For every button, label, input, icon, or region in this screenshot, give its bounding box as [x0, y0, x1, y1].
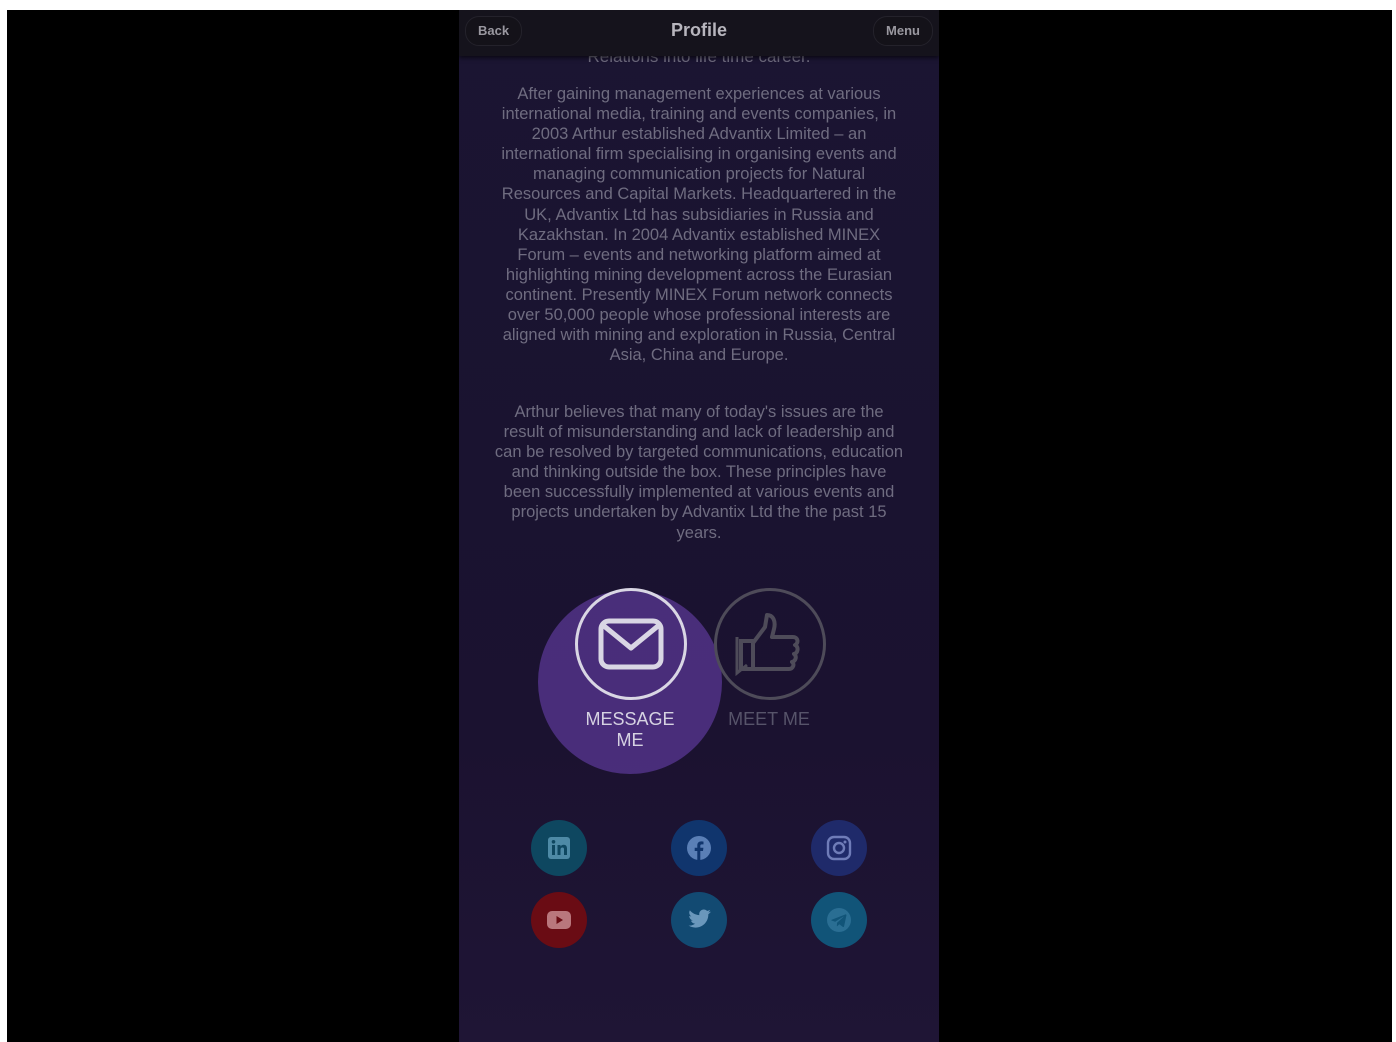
- instagram-icon: [826, 835, 852, 861]
- twitter-icon: [688, 909, 711, 928]
- facebook-button[interactable]: [671, 820, 727, 876]
- bio-paragraph: After gaining management experiences at …: [501, 85, 897, 365]
- message-me-button[interactable]: MESSAGE ME: [575, 588, 687, 751]
- telegram-icon: [827, 908, 851, 932]
- message-me-label: MESSAGE ME: [585, 709, 675, 750]
- thumbs-up-icon: [714, 588, 826, 700]
- linkedin-button[interactable]: [531, 820, 587, 876]
- envelope-icon: [575, 588, 687, 700]
- youtube-button[interactable]: [531, 892, 587, 948]
- instagram-button[interactable]: [811, 820, 867, 876]
- dimmed-overlay: Relations into life time career. Back Pr…: [7, 10, 1392, 1042]
- twitter-button[interactable]: [671, 892, 727, 948]
- profile-panel: Relations into life time career. Back Pr…: [459, 10, 939, 1042]
- youtube-icon: [547, 911, 571, 929]
- telegram-button[interactable]: [811, 892, 867, 948]
- top-bar: Back Profile Menu: [459, 10, 939, 56]
- meet-me-button[interactable]: MEET ME: [714, 588, 826, 730]
- linkedin-icon: [548, 837, 570, 859]
- menu-button[interactable]: Menu: [873, 16, 933, 46]
- page-title: Profile: [670, 20, 727, 40]
- facebook-icon: [687, 836, 711, 860]
- bio-paragraph: Arthur believes that many of today's iss…: [494, 403, 904, 542]
- meet-me-label: MEET ME: [728, 709, 810, 729]
